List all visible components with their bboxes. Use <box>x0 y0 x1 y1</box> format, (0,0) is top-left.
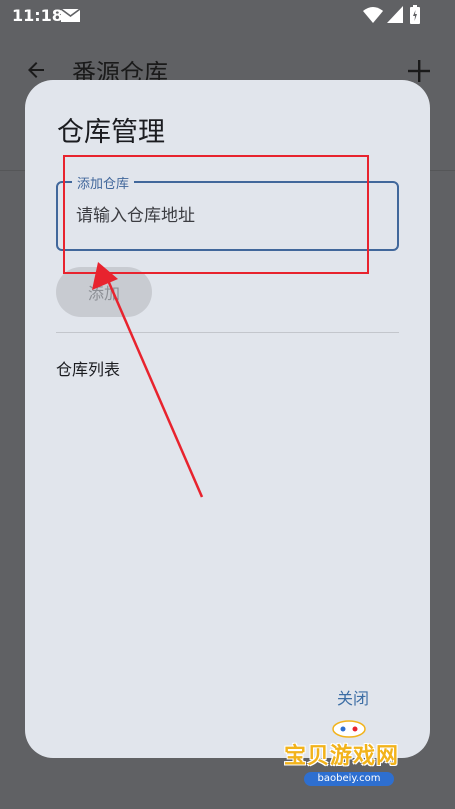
signal-icon <box>387 6 403 23</box>
status-bar: 11:18 <box>0 0 455 34</box>
status-time: 11:18 <box>12 6 63 25</box>
watermark-url: baobeiy.com <box>304 772 394 786</box>
gamepad-logo-icon <box>332 720 366 738</box>
repository-list-label: 仓库列表 <box>56 360 121 379</box>
close-button[interactable]: 关闭 <box>337 685 369 709</box>
back-arrow-icon[interactable] <box>24 58 48 82</box>
mail-icon <box>61 9 80 22</box>
annotation-highlight-box <box>63 155 369 274</box>
plus-icon[interactable] <box>406 58 432 84</box>
battery-icon <box>410 5 420 24</box>
divider <box>56 332 399 333</box>
dialog-title: 仓库管理 <box>57 117 165 148</box>
watermark-text: 宝贝游戏网 <box>284 744 400 769</box>
wifi-icon <box>363 7 383 23</box>
watermark: 宝贝游戏网 baobeiy.com <box>276 716 426 796</box>
add-button[interactable]: 添加 <box>56 267 152 317</box>
